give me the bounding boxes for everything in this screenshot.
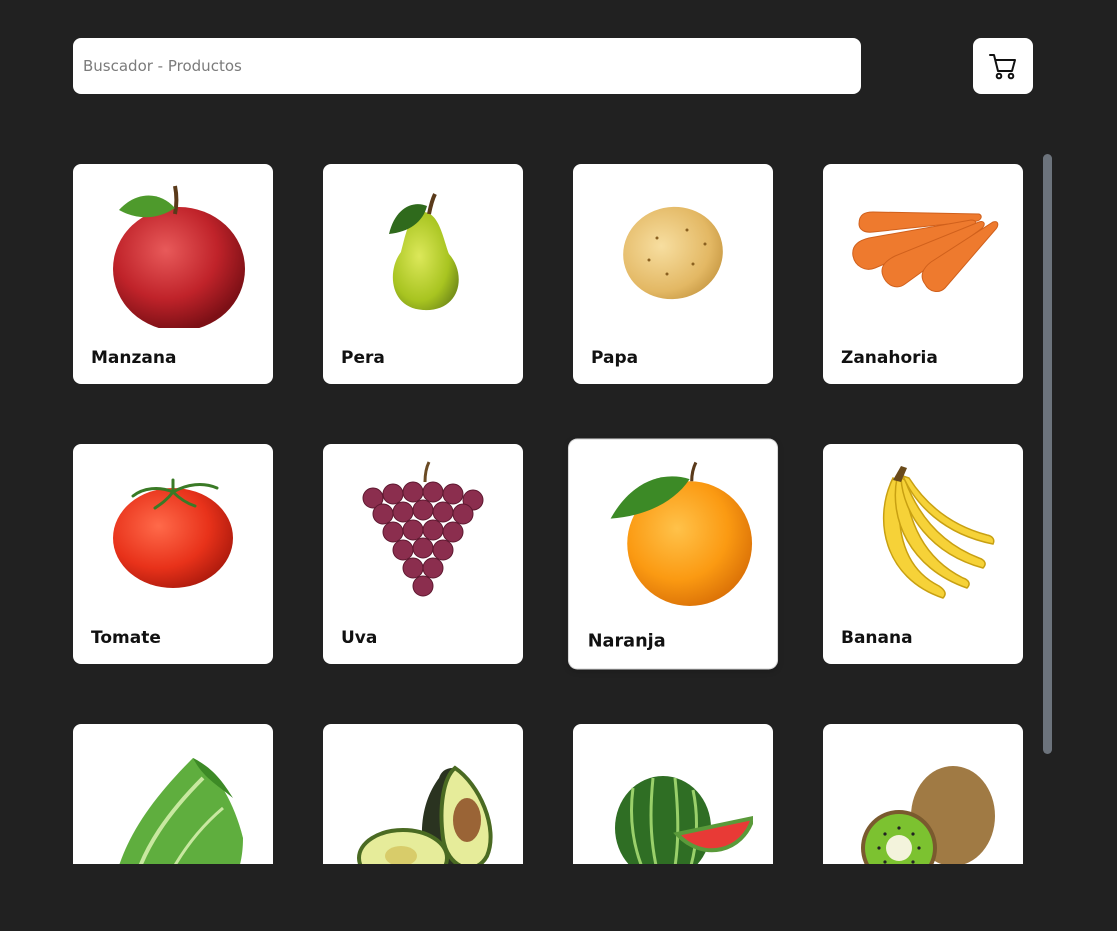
apple-icon	[113, 185, 245, 328]
product-card-tomate[interactable]: Tomate	[73, 444, 273, 664]
product-name: Uva	[341, 628, 378, 648]
cart-button[interactable]	[973, 38, 1033, 94]
product-name: Zanahoria	[841, 348, 938, 368]
product-name: Tomate	[91, 628, 161, 648]
product-card-watermelon[interactable]	[573, 724, 773, 864]
watermelon-icon	[615, 776, 753, 864]
search-bar[interactable]	[73, 38, 861, 94]
banana-icon	[882, 466, 995, 599]
product-card-pera[interactable]: Pera	[323, 164, 523, 384]
product-card-zanahoria[interactable]: Zanahoria	[823, 164, 1023, 384]
product-card-papa[interactable]: Papa	[573, 164, 773, 384]
product-card-banana[interactable]: Banana	[823, 444, 1023, 664]
shopping-cart-icon	[989, 54, 1016, 80]
lettuce-icon	[119, 758, 243, 864]
tomato-icon	[113, 478, 233, 588]
orange-icon	[610, 461, 753, 606]
product-name: Banana	[841, 628, 913, 648]
kiwi-icon	[861, 766, 995, 864]
product-card-manzana[interactable]: Manzana	[73, 164, 273, 384]
search-input[interactable]	[73, 38, 861, 94]
pear-icon	[389, 193, 459, 311]
product-name: Pera	[341, 348, 385, 368]
product-card-lettuce[interactable]	[73, 724, 273, 864]
product-name: Naranja	[587, 630, 666, 652]
grapes-icon	[362, 461, 484, 597]
product-card-uva[interactable]: Uva	[323, 444, 523, 664]
product-name: Papa	[591, 348, 639, 368]
product-grid: Manzana Pera Papa Zanahoria Tomate Uva N…	[73, 164, 1033, 864]
product-name: Manzana	[91, 348, 177, 368]
scrollbar[interactable]	[1043, 154, 1052, 754]
product-card-kiwi[interactable]	[823, 724, 1023, 864]
product-card-avocado[interactable]	[323, 724, 523, 864]
potato-icon	[623, 206, 723, 300]
carrot-icon	[852, 211, 999, 292]
product-card-naranja[interactable]: Naranja	[569, 439, 777, 669]
avocado-icon	[357, 765, 493, 864]
